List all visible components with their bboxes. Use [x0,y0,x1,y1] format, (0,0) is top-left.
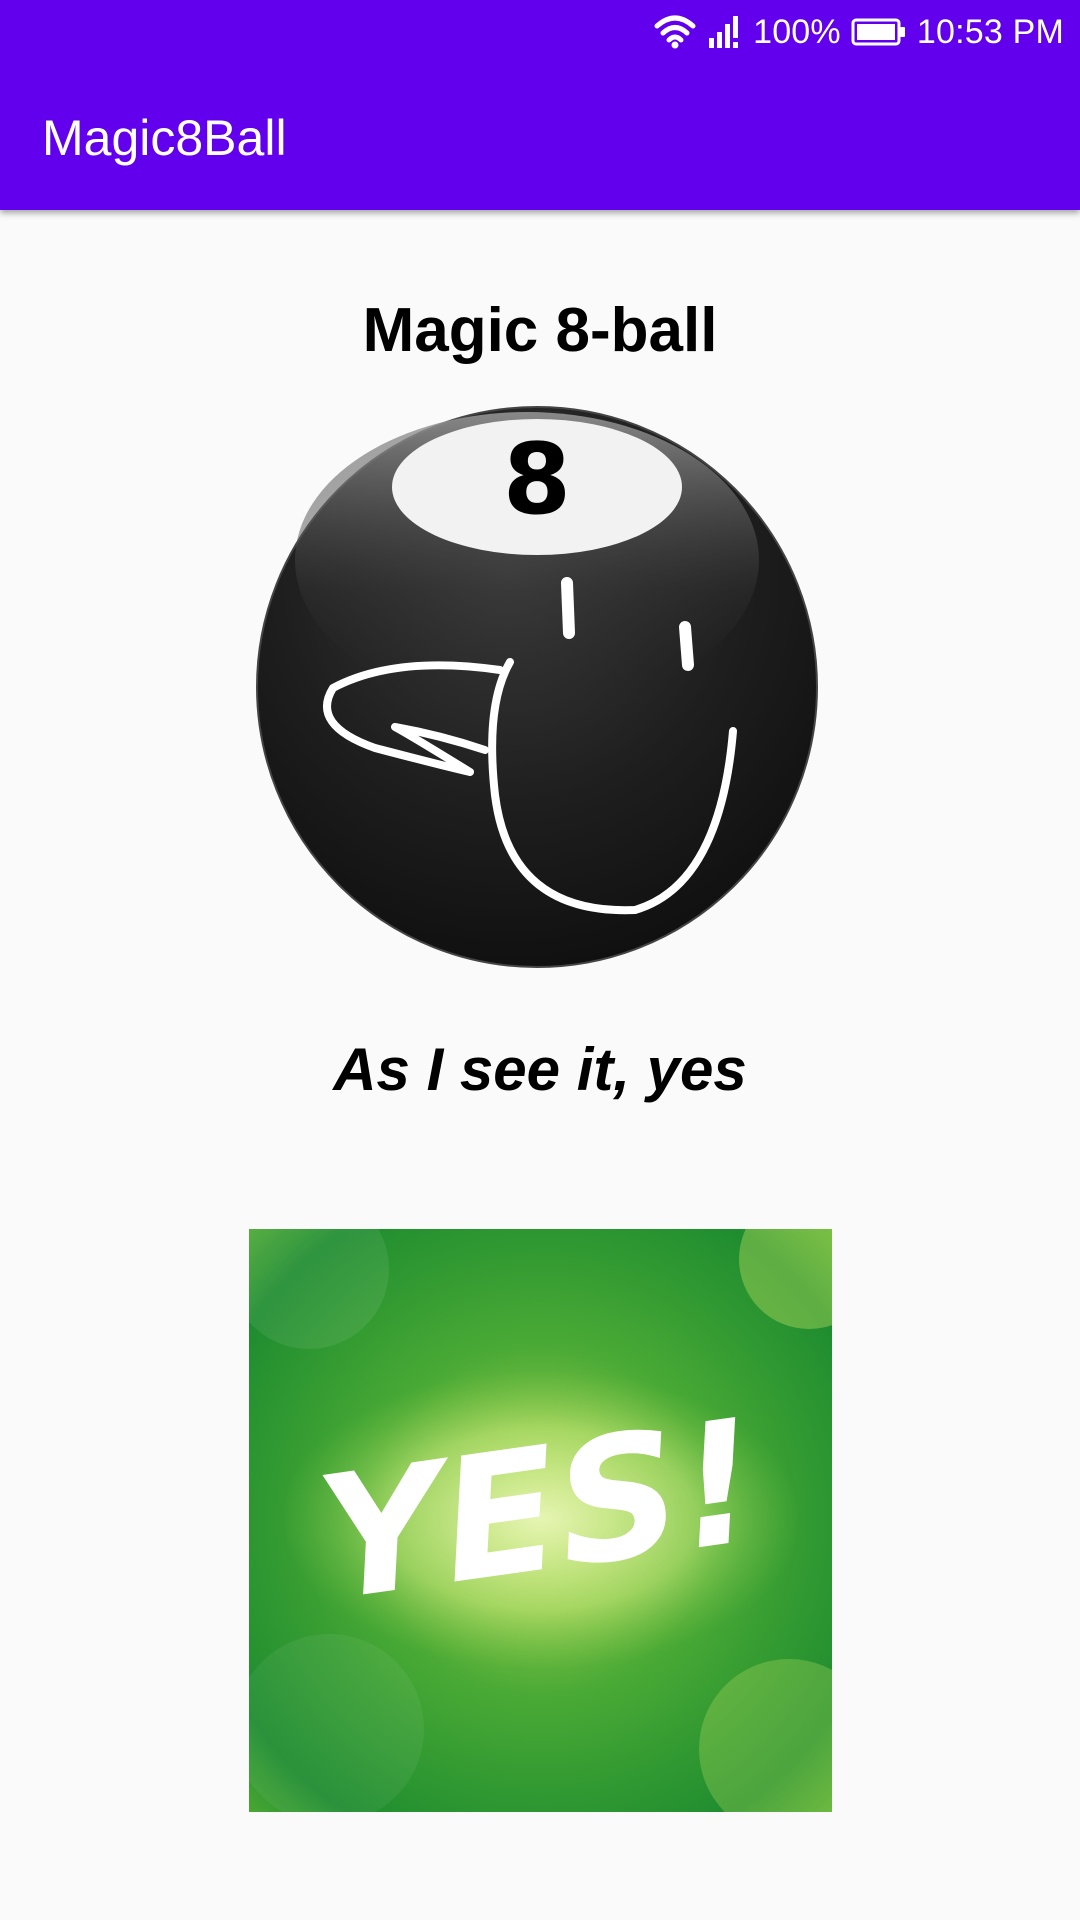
ball-number: 8 [503,423,571,537]
answer-text: As I see it, yes [333,1036,747,1103]
cell-signal-icon [707,14,743,50]
app-title: Magic8Ball [42,110,287,166]
page-heading: Magic 8-ball [362,296,718,365]
status-bar: 100% 10:53 PM [0,0,1080,66]
main-content: Magic 8-ball 8 As I see it, yes YES! [0,210,1080,1920]
wifi-icon [653,14,697,50]
battery-percent: 100% [753,12,841,51]
app-top-bar: 100% 10:53 PM Magic8Ball [0,0,1080,210]
magic-8-ball-image[interactable]: 8 [255,405,820,970]
answer-image: YES! [229,1189,879,1839]
status-icons: 100% 10:53 PM [653,10,1064,54]
status-time: 10:53 PM [916,12,1064,51]
battery-icon [851,17,907,47]
